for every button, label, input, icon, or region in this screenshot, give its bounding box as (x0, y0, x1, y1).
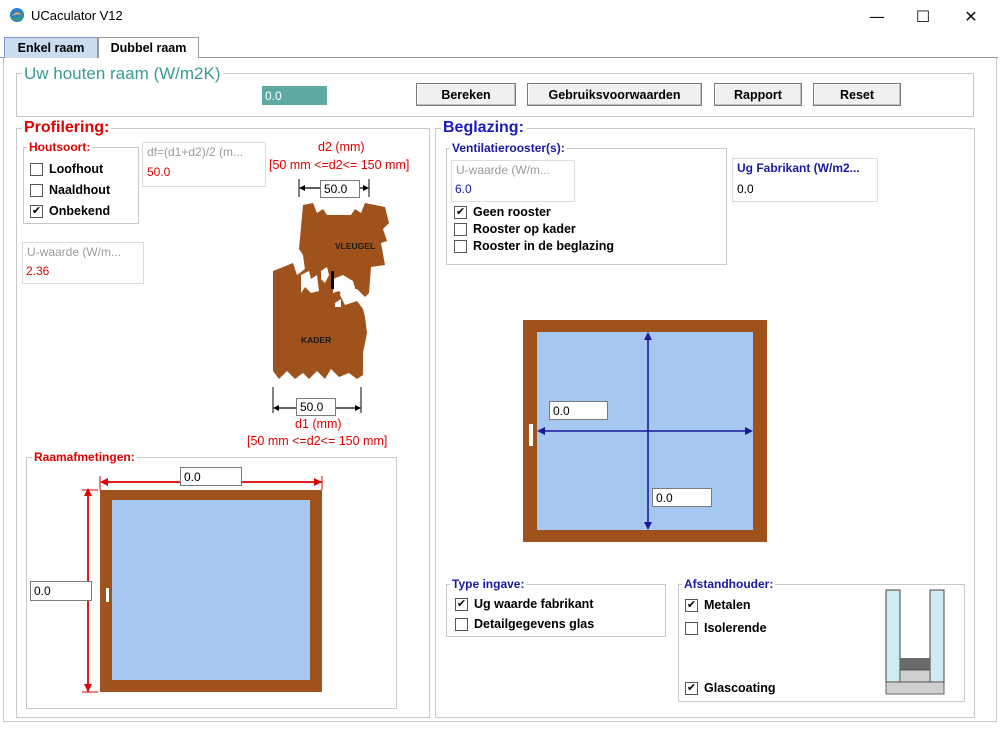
df-value: 50.0 (147, 165, 171, 179)
checkbox-box (454, 222, 467, 236)
glass-width-input[interactable]: 0.0 (549, 401, 608, 420)
window-title: UCaculator V12 (31, 8, 123, 23)
metalen-label: Metalen (704, 598, 751, 612)
window-drawing (82, 476, 323, 693)
maximize-button[interactable]: ☐ (900, 0, 946, 32)
geen-rooster-checkbox[interactable]: ✔ Geen rooster (454, 205, 551, 219)
bereken-button[interactable]: Bereken (416, 83, 516, 106)
geen-rooster-label: Geen rooster (473, 205, 551, 219)
rooster-op-kader-checkbox[interactable]: Rooster op kader (454, 222, 576, 236)
result-field: 0.0 (262, 86, 327, 105)
window-height-input[interactable]: 0.0 (30, 581, 92, 601)
checkbox-box (454, 239, 467, 253)
d1-label: d1 (mm) (295, 417, 342, 431)
glascoating-label: Glascoating (704, 681, 776, 695)
houtsoort-legend: Houtsoort: (27, 140, 93, 154)
checkbox-box (455, 617, 468, 631)
tab-enkel-raam[interactable]: Enkel raam (4, 37, 98, 58)
checkbox-box (685, 621, 698, 635)
uwaarde-value: 2.36 (26, 264, 50, 278)
checkbox-box (30, 162, 43, 176)
rooster-op-kader-label: Rooster op kader (473, 222, 576, 236)
tab-dubbel-raam[interactable]: Dubbel raam (98, 37, 199, 58)
uwaarde-field: U-waarde (W/m... 2.36 (22, 242, 144, 284)
d2-label: d2 (mm) (318, 140, 365, 154)
ventilatie-uwaarde-field: U-waarde (W/m... 6.0 (451, 160, 575, 202)
glascoating-checkbox[interactable]: ✔ Glascoating (685, 681, 776, 695)
detailgegevens-glas-checkbox[interactable]: Detailgegevens glas (455, 617, 594, 631)
df-label: df=(d1+d2)/2 (m... (147, 145, 244, 159)
ug-fabrikant-field: Ug Fabrikant (W/m2... 0.0 (732, 158, 878, 202)
glass-drawing (523, 320, 767, 542)
close-icon: ✕ (964, 6, 978, 26)
d2-range: [50 mm <=d2<= 150 mm] (269, 158, 410, 172)
d1-range: [50 mm <=d2<= 150 mm] (247, 434, 388, 448)
afstandhouder-legend: Afstandhouder: (682, 577, 776, 591)
check-icon: ✔ (454, 205, 467, 219)
loofhout-checkbox[interactable]: Loofhout (30, 162, 103, 176)
loofhout-label: Loofhout (49, 162, 104, 176)
check-icon: ✔ (455, 597, 468, 611)
rooster-in-beglazing-checkbox[interactable]: Rooster in de beglazing (454, 239, 614, 253)
checkbox-box (30, 183, 43, 197)
reset-button[interactable]: Reset (813, 83, 901, 106)
close-button[interactable]: ✕ (948, 0, 994, 32)
df-field: df=(d1+d2)/2 (m... 50.0 (142, 142, 266, 187)
uwaarde-label: U-waarde (W/m... (27, 245, 122, 259)
header-title: Uw houten raam (W/m2K) (22, 64, 223, 84)
type-ingave-legend: Type ingave: (450, 577, 527, 591)
window-width-input[interactable]: 0.0 (180, 467, 242, 486)
onbekend-label: Onbekend (49, 204, 111, 218)
isolerende-label: Isolerende (704, 621, 767, 635)
d1-input[interactable]: 50.0 (296, 398, 336, 416)
d2-input[interactable]: 50.0 (320, 180, 360, 198)
ug-waarde-fabrikant-label: Ug waarde fabrikant (474, 597, 594, 611)
minimize-button[interactable]: — (854, 0, 900, 32)
rooster-in-beglazing-label: Rooster in de beglazing (473, 239, 614, 253)
beglazing-title: Beglazing: (441, 119, 526, 137)
naaldhout-checkbox[interactable]: Naaldhout (30, 183, 110, 197)
kader-label: KADER (301, 335, 331, 345)
rapport-button[interactable]: Rapport (714, 83, 802, 106)
check-icon: ✔ (30, 204, 43, 218)
spacer-icon (885, 589, 945, 695)
gebruiksvoorwaarden-button[interactable]: Gebruiksvoorwaarden (527, 83, 702, 106)
vleugel-label: VLEUGEL (335, 241, 375, 251)
ug-fabrikant-value: 0.0 (737, 182, 754, 196)
ventilatie-legend: Ventilatierooster(s): (450, 141, 567, 155)
metalen-checkbox[interactable]: ✔ Metalen (685, 598, 751, 612)
isolerende-checkbox[interactable]: Isolerende (685, 621, 767, 635)
check-icon: ✔ (685, 681, 698, 695)
profilering-title: Profilering: (22, 119, 112, 137)
ug-waarde-fabrikant-checkbox[interactable]: ✔ Ug waarde fabrikant (455, 597, 593, 611)
onbekend-checkbox[interactable]: ✔ Onbekend (30, 204, 110, 218)
naaldhout-label: Naaldhout (49, 183, 111, 197)
minimize-icon: — (869, 6, 885, 26)
ventilatie-uwaarde-value: 6.0 (455, 182, 472, 196)
detailgegevens-glas-label: Detailgegevens glas (474, 617, 595, 631)
profile-drawing: VLEUGEL KADER (272, 179, 389, 413)
raamafmetingen-legend: Raamafmetingen: (32, 450, 137, 464)
app-icon (10, 8, 24, 22)
title-bar: UCaculator V12 — ☐ ✕ (0, 0, 1000, 32)
maximize-icon: ☐ (915, 6, 931, 26)
check-icon: ✔ (685, 598, 698, 612)
ventilatie-uwaarde-label: U-waarde (W/m... (456, 163, 551, 177)
glass-height-input[interactable]: 0.0 (652, 488, 712, 507)
ug-fabrikant-label: Ug Fabrikant (W/m2... (737, 161, 860, 175)
